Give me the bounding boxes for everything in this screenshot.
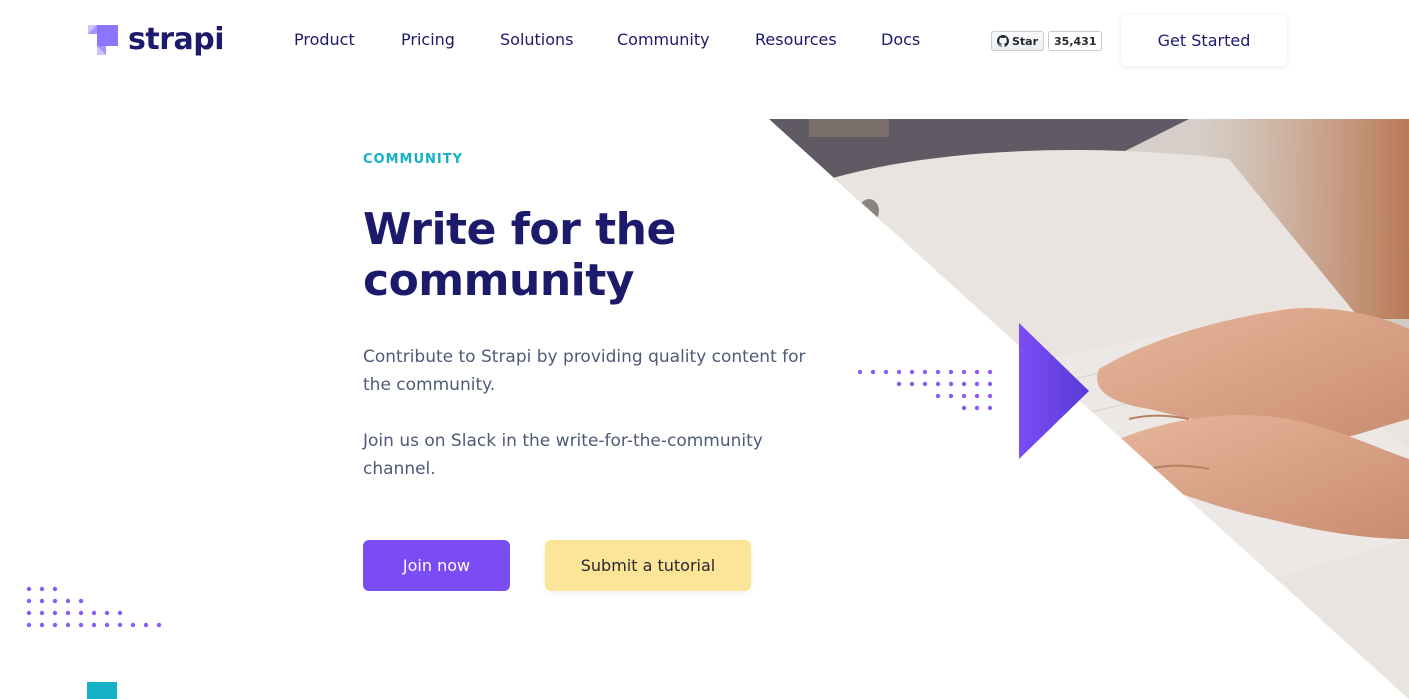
title-line-1: Write for the	[363, 204, 676, 255]
slack-paragraph: Join us on Slack in the write-for-the-co…	[363, 431, 763, 479]
decorative-dots-right	[857, 369, 993, 411]
top-navigation: strapi Product Pricing Solutions Communi…	[0, 0, 1409, 80]
section-eyebrow: COMMUNITY	[363, 152, 464, 167]
nav-link-solutions[interactable]: Solutions	[500, 30, 574, 50]
github-icon	[997, 35, 1009, 47]
decorative-dots-left	[26, 586, 162, 628]
submit-tutorial-button[interactable]: Submit a tutorial	[545, 540, 751, 591]
strapi-logo-icon	[88, 25, 118, 55]
intro-paragraph: Contribute to Strapi by providing qualit…	[363, 347, 806, 395]
play-triangle-icon	[1019, 323, 1089, 459]
page-title: Write for the community	[363, 204, 763, 306]
decorative-teal-square	[87, 682, 117, 699]
nav-link-docs[interactable]: Docs	[881, 30, 920, 50]
strapi-logo[interactable]: strapi	[88, 22, 225, 58]
logo-wordmark: strapi	[128, 22, 225, 57]
github-star-button[interactable]: Star	[991, 31, 1045, 51]
title-line-2: community	[363, 255, 634, 306]
github-star-widget: Star 35,431	[991, 31, 1103, 51]
github-star-label: Star	[1012, 34, 1039, 48]
nav-link-pricing[interactable]: Pricing	[401, 30, 455, 50]
get-started-button[interactable]: Get Started	[1121, 15, 1287, 66]
nav-link-product[interactable]: Product	[294, 30, 355, 50]
nav-link-resources[interactable]: Resources	[755, 30, 837, 50]
join-now-button[interactable]: Join now	[363, 540, 510, 591]
github-star-count[interactable]: 35,431	[1048, 31, 1103, 51]
nav-link-community[interactable]: Community	[617, 30, 710, 50]
